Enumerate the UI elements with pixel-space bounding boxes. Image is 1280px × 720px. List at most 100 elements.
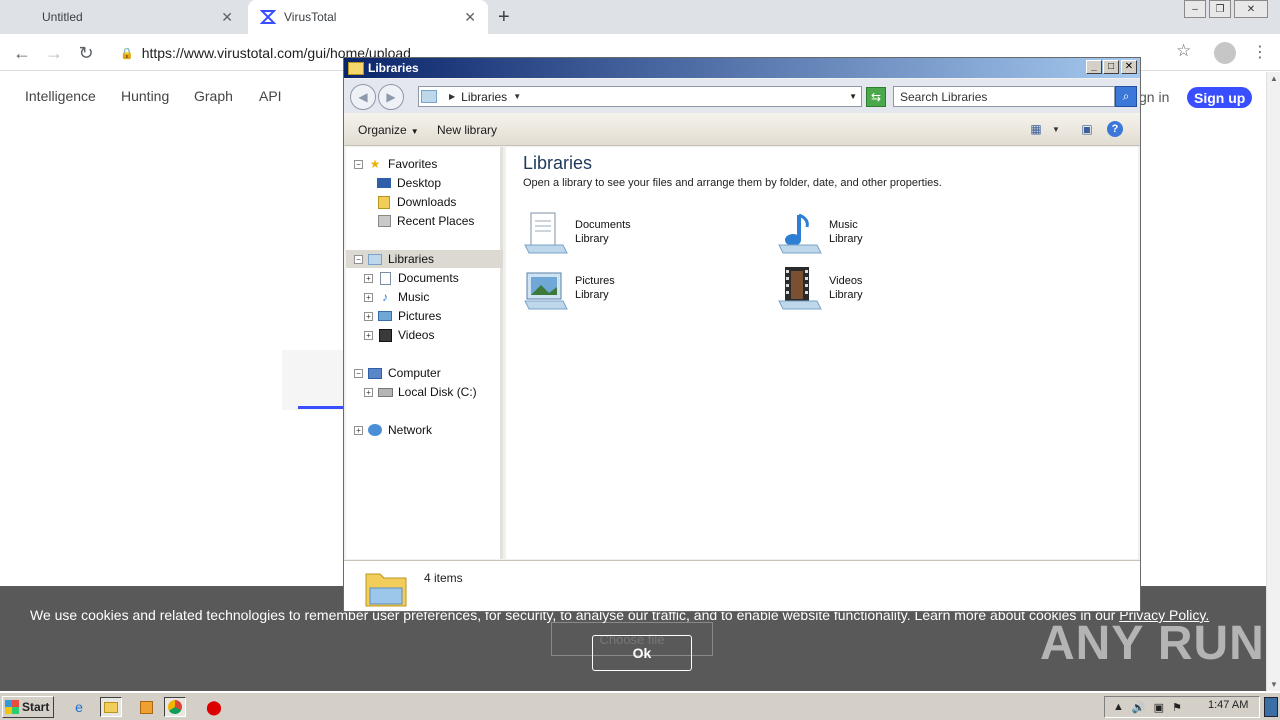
search-input[interactable]: Search Libraries bbox=[893, 86, 1115, 107]
back-icon[interactable]: ◀ bbox=[350, 84, 376, 110]
nav-music[interactable]: + ♪ Music bbox=[364, 288, 429, 306]
navigation-pane: − ★ Favorites Desktop Downloads Recent P… bbox=[346, 147, 503, 559]
tab-title: VirusTotal bbox=[284, 10, 337, 24]
organize-button[interactable]: Organize ▼ bbox=[358, 123, 419, 137]
details-pane: 4 items bbox=[344, 560, 1140, 611]
history-dropdown-icon[interactable]: ▼ bbox=[849, 92, 857, 101]
nav-local-disk[interactable]: + Local Disk (C:) bbox=[364, 383, 477, 401]
tab-virustotal[interactable]: VirusTotal ✕ bbox=[248, 0, 488, 34]
nav-recent-places[interactable]: Recent Places bbox=[376, 212, 474, 230]
show-desktop-button[interactable] bbox=[1264, 697, 1278, 717]
preview-pane-icon[interactable]: ▣ bbox=[1079, 121, 1095, 137]
media-player-icon[interactable] bbox=[135, 697, 157, 717]
help-icon[interactable]: ? bbox=[1107, 121, 1123, 137]
network-tray-icon[interactable]: ▣ bbox=[1154, 701, 1164, 714]
documents-library-icon bbox=[523, 209, 569, 255]
expand-icon[interactable]: + bbox=[364, 273, 373, 283]
nav-label: Libraries bbox=[388, 252, 435, 266]
nav-favorites[interactable]: − ★ Favorites bbox=[354, 155, 437, 173]
close-window-button[interactable]: ✕ bbox=[1234, 0, 1268, 18]
nav-label: Network bbox=[388, 423, 433, 437]
expand-icon[interactable]: + bbox=[364, 311, 373, 321]
scroll-up-icon[interactable]: ▲ bbox=[1270, 74, 1278, 83]
back-arrow-icon[interactable]: ← bbox=[10, 41, 34, 65]
nav-documents[interactable]: + Documents bbox=[364, 269, 459, 287]
breadcrumb-libraries[interactable]: Libraries bbox=[461, 90, 507, 104]
internet-explorer-icon[interactable]: e bbox=[68, 697, 90, 717]
library-videos[interactable]: Videos Library bbox=[777, 263, 1007, 313]
library-name: Pictures bbox=[575, 275, 615, 287]
window-titlebar[interactable]: Libraries bbox=[344, 58, 1140, 78]
new-library-button[interactable]: New library bbox=[437, 123, 497, 137]
scroll-down-icon[interactable]: ▼ bbox=[1270, 680, 1278, 689]
sign-up-button[interactable]: Sign up bbox=[1187, 87, 1253, 108]
nav-label: Computer bbox=[388, 366, 441, 380]
library-pictures[interactable]: Pictures Library bbox=[523, 263, 753, 313]
folder-icon bbox=[348, 61, 364, 75]
collapse-icon[interactable]: − bbox=[354, 368, 363, 378]
chrome-taskbar-icon[interactable] bbox=[164, 697, 186, 717]
clock[interactable]: 1:47 AM bbox=[1208, 699, 1248, 711]
expand-icon[interactable]: + bbox=[364, 387, 373, 397]
organize-label: Organize bbox=[358, 123, 407, 137]
breadcrumb-arrow-icon[interactable]: ▼ bbox=[513, 92, 521, 101]
vt-nav-hunting[interactable]: Hunting bbox=[121, 88, 169, 104]
maximize-button[interactable]: □ bbox=[1103, 60, 1119, 74]
library-type: Library bbox=[575, 289, 609, 301]
bookmark-star-icon[interactable]: ☆ bbox=[1176, 41, 1191, 61]
profile-avatar-icon[interactable] bbox=[1214, 42, 1236, 64]
desktop-icon bbox=[376, 176, 392, 190]
volume-icon[interactable]: 🔊 bbox=[1132, 701, 1146, 714]
vt-nav-intelligence[interactable]: Intelligence bbox=[25, 88, 96, 104]
nav-libraries[interactable]: − Libraries bbox=[346, 250, 503, 268]
start-button[interactable]: Start bbox=[2, 696, 54, 718]
minimize-window-button[interactable]: – bbox=[1184, 0, 1206, 18]
expand-icon[interactable]: + bbox=[354, 425, 363, 435]
vt-nav-graph[interactable]: Graph bbox=[194, 88, 233, 104]
search-icon[interactable]: ⌕ bbox=[1115, 86, 1137, 107]
cookie-ok-button[interactable]: Ok bbox=[592, 635, 692, 671]
minimize-button[interactable]: _ bbox=[1086, 60, 1102, 74]
page-scrollbar[interactable]: ▲ ▼ bbox=[1266, 72, 1280, 691]
breadcrumb-arrow-icon[interactable]: ▶ bbox=[449, 92, 455, 101]
nav-computer[interactable]: − Computer bbox=[354, 364, 441, 382]
opera-icon[interactable]: ⬤ bbox=[203, 697, 225, 717]
library-music[interactable]: Music Library bbox=[777, 207, 1007, 257]
libraries-folder-icon bbox=[364, 566, 408, 608]
nav-label: Local Disk (C:) bbox=[398, 385, 477, 399]
nav-desktop[interactable]: Desktop bbox=[376, 174, 441, 192]
forward-icon[interactable]: ▶ bbox=[378, 84, 404, 110]
documents-icon bbox=[377, 271, 393, 285]
close-tab-icon[interactable]: ✕ bbox=[221, 9, 233, 26]
tab-untitled[interactable]: Untitled ✕ bbox=[30, 0, 245, 34]
reload-icon[interactable]: ↻ bbox=[74, 41, 98, 65]
collapse-icon[interactable]: − bbox=[354, 159, 363, 169]
vt-nav-api[interactable]: API bbox=[259, 88, 282, 104]
close-button[interactable]: ✕ bbox=[1121, 60, 1137, 74]
anyrun-watermark: ANY RUN bbox=[1040, 617, 1265, 670]
nav-label: Downloads bbox=[397, 195, 457, 209]
library-type: Library bbox=[829, 233, 863, 245]
nav-network[interactable]: + Network bbox=[354, 421, 432, 439]
view-options-icon[interactable]: ▦ bbox=[1028, 121, 1044, 137]
explorer-taskbar-icon[interactable] bbox=[100, 697, 122, 717]
expand-icon[interactable]: + bbox=[364, 330, 373, 340]
collapse-icon[interactable]: − bbox=[354, 254, 363, 264]
refresh-icon[interactable]: ⇆ bbox=[866, 87, 886, 107]
view-dropdown-icon[interactable]: ▼ bbox=[1048, 121, 1064, 137]
chrome-menu-icon[interactable]: ⋮ bbox=[1252, 42, 1268, 62]
sign-in-link[interactable]: gn in bbox=[1139, 89, 1169, 105]
close-tab-icon[interactable]: ✕ bbox=[464, 9, 476, 26]
restore-window-button[interactable]: ❐ bbox=[1209, 0, 1231, 18]
new-tab-button[interactable]: + bbox=[498, 6, 510, 29]
library-documents[interactable]: Documents Library bbox=[523, 207, 753, 257]
expand-icon[interactable]: + bbox=[364, 292, 373, 302]
nav-downloads[interactable]: Downloads bbox=[376, 193, 456, 211]
breadcrumb[interactable]: ▶ Libraries ▼ ▼ bbox=[418, 86, 862, 107]
nav-videos[interactable]: + Videos bbox=[364, 326, 434, 344]
action-center-flag-icon[interactable]: ⚑ bbox=[1172, 701, 1182, 714]
tray-expand-icon[interactable]: ▲ bbox=[1113, 701, 1124, 713]
nav-pictures[interactable]: + Pictures bbox=[364, 307, 441, 325]
pictures-icon bbox=[377, 309, 393, 323]
forward-arrow-icon[interactable]: → bbox=[42, 41, 66, 65]
